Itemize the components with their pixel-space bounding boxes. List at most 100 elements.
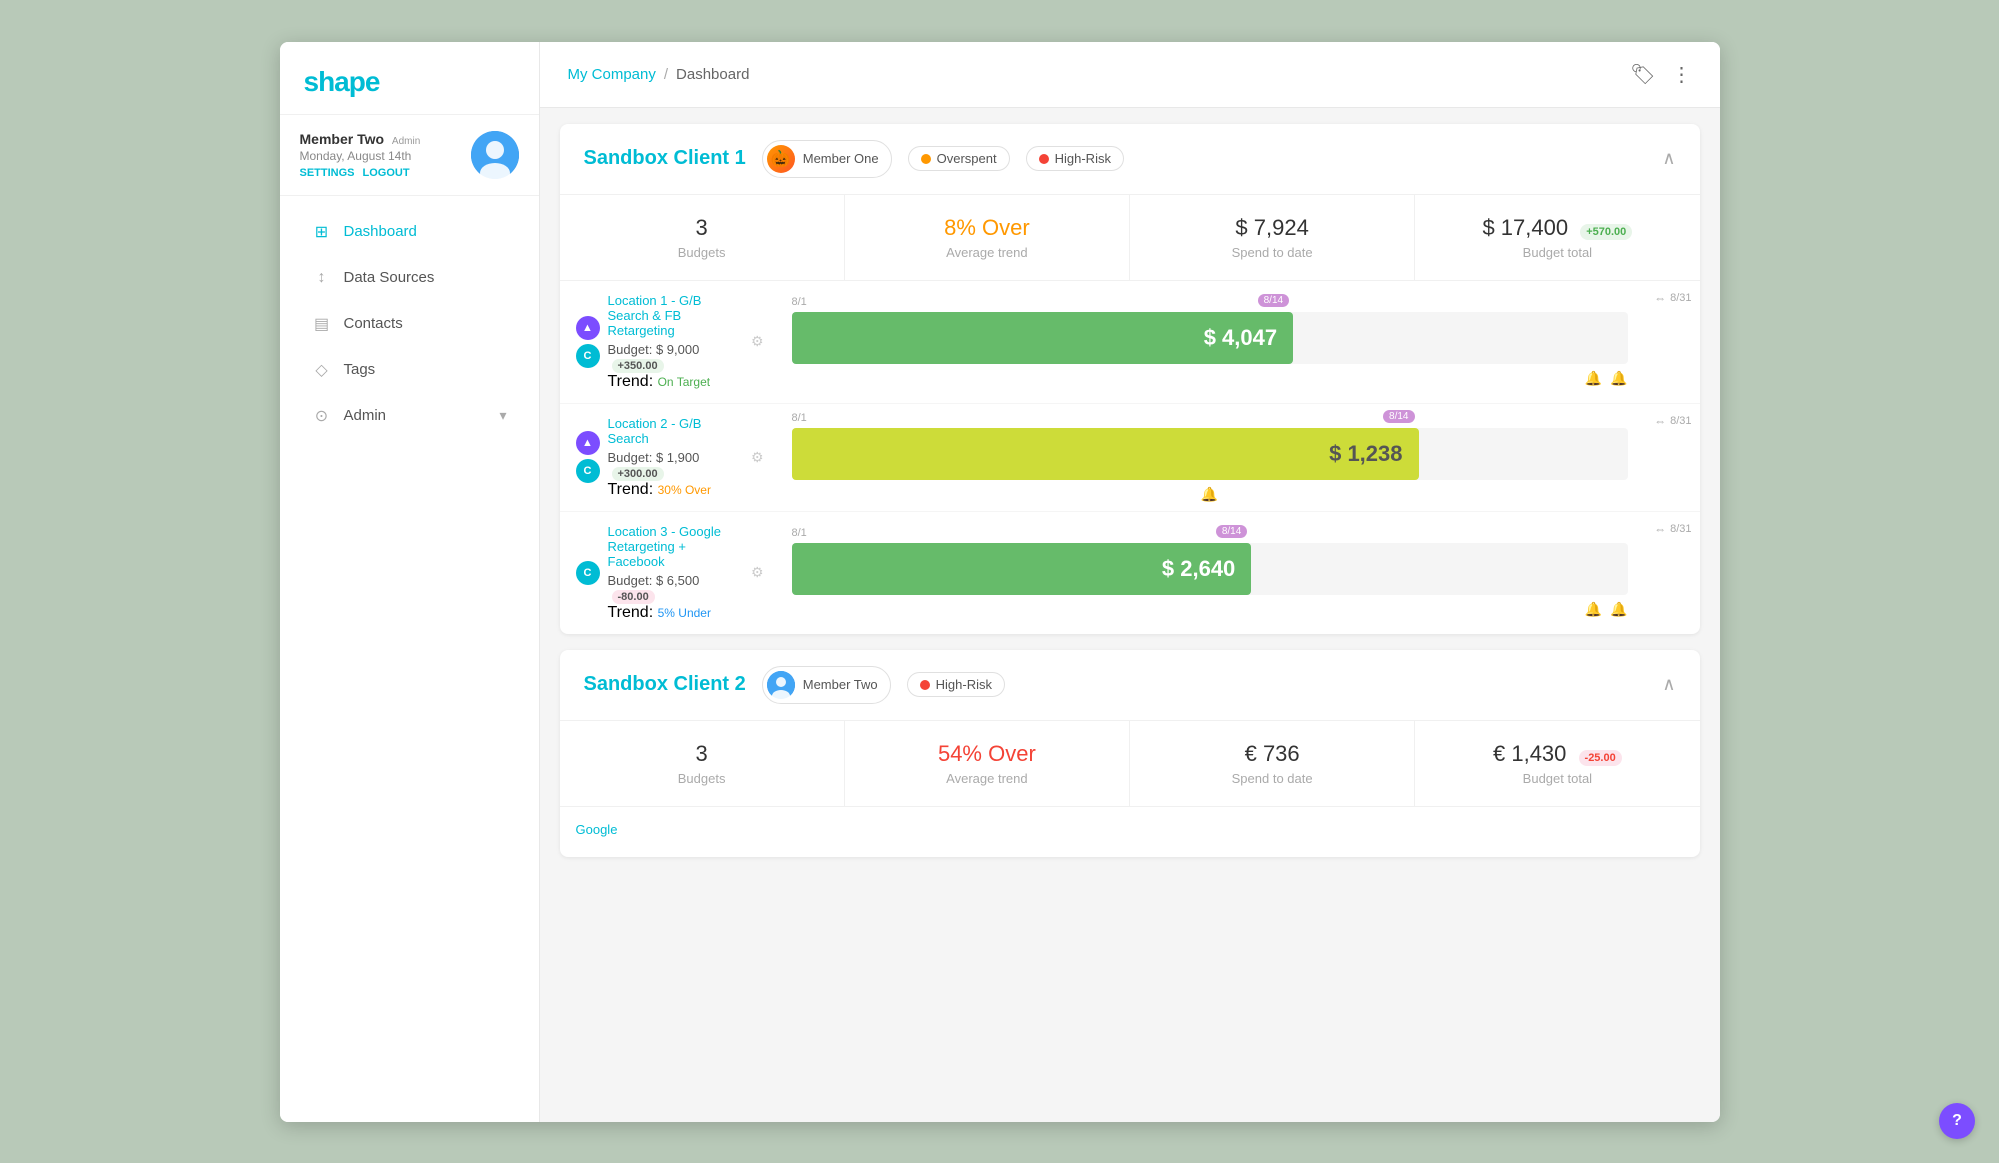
budget-trend-loc2: Trend: 30% Over — [608, 481, 743, 499]
chevron-down-icon: ▾ — [499, 407, 506, 424]
bell-icon-loc1-2[interactable]: 🔔 — [1610, 370, 1627, 387]
sidebar-item-admin[interactable]: ⊙ Admin ▾ — [288, 394, 531, 438]
top-header: My Company / Dashboard 🏷 ⋮ — [540, 42, 1720, 108]
member-avatar-1: 🎃 — [767, 145, 795, 173]
stat-label-trend-2: Average trend — [869, 771, 1105, 786]
breadcrumb-separator: / — [664, 66, 668, 83]
high-risk-dot-1 — [1039, 154, 1049, 164]
progress-bar-loc3: 8/14 $ 2,640 — [792, 543, 1252, 595]
bell-icon-loc3-2[interactable]: 🔔 — [1610, 601, 1627, 618]
chart-labels-loc2: 8/1 — [792, 412, 1628, 424]
high-risk-chip-2[interactable]: High-Risk — [907, 672, 1005, 697]
overspent-chip[interactable]: Overspent — [908, 146, 1010, 171]
avatar — [471, 131, 519, 179]
logo-area: shape — [280, 42, 539, 115]
budget-trend-loc3: Trend: 5% Under — [608, 604, 743, 622]
budget-chart-loc2: 8/1 8/14 $ 1,238 🔔 — [780, 404, 1640, 511]
client-card-2: Sandbox Client 2 Member Two — [560, 650, 1700, 857]
end-label-loc1: ⇔ 8/31 — [1654, 291, 1691, 305]
user-date: Monday, August 14th — [300, 149, 459, 163]
budget-icons-loc3: C — [576, 561, 600, 585]
member-chip-2[interactable]: Member Two — [762, 666, 891, 704]
budget-title-loc1[interactable]: Location 1 - G/B Search & FB Retargeting — [608, 293, 743, 338]
end-label-icon-loc1: ⇔ — [1654, 291, 1666, 305]
budget-title-loc2[interactable]: Location 2 - G/B Search — [608, 416, 743, 446]
contacts-icon: ▤ — [312, 314, 332, 334]
chart-label-start-loc3: 8/1 — [792, 527, 807, 539]
help-button[interactable]: ? — [1939, 1103, 1975, 1139]
collapse-btn-2[interactable]: ∧ — [1662, 674, 1675, 695]
stat-value-budget-total-1: $ 17,400 +570.00 — [1439, 215, 1675, 241]
header-actions: 🏷 ⋮ — [1630, 62, 1691, 87]
stat-value-budgets-2: 3 — [584, 741, 820, 767]
bell-icon-loc2-1[interactable]: 🔔 — [1201, 486, 1218, 503]
more-menu-icon[interactable]: ⋮ — [1672, 62, 1692, 87]
stat-label-budgets-1: Budgets — [584, 245, 820, 260]
breadcrumb-link[interactable]: My Company — [568, 66, 656, 83]
app-logo: shape — [304, 66, 515, 98]
admin-icon: ⊙ — [312, 406, 332, 426]
stat-value-trend-2: 54% Over — [869, 741, 1105, 767]
overspent-label: Overspent — [937, 151, 997, 166]
budget-section-2: Google — [560, 807, 1700, 857]
budget-title-google[interactable]: Google — [576, 822, 764, 837]
client-name-2: Sandbox Client 2 — [584, 673, 746, 696]
sidebar-item-label: Tags — [344, 361, 376, 378]
budget-row-google: Google — [560, 807, 1700, 857]
member-name-1: Member One — [803, 151, 879, 166]
budget-row-loc2: ▲ C Location 2 - G/B Search Budget: $ 1,… — [560, 404, 1700, 512]
high-risk-chip-1[interactable]: High-Risk — [1026, 146, 1124, 171]
budget-left-loc2: ▲ C Location 2 - G/B Search Budget: $ 1,… — [560, 404, 780, 511]
budget-title-loc3[interactable]: Location 3 - Google Retargeting + Facebo… — [608, 524, 743, 569]
tag-header-icon[interactable]: 🏷 — [1630, 62, 1655, 87]
gear-icon-loc2[interactable]: ⚙ — [751, 449, 764, 466]
member-avatar-2 — [767, 671, 795, 699]
budget-amount-loc2: Budget: $ 1,900 +300.00 — [608, 450, 743, 481]
user-info: Member Two Admin Monday, August 14th SET… — [300, 131, 459, 179]
member-chip-1[interactable]: 🎃 Member One — [762, 140, 892, 178]
gear-icon-loc3[interactable]: ⚙ — [751, 564, 764, 581]
stat-value-budgets-1: 3 — [584, 215, 820, 241]
budget-row-loc1: ▲ C Location 1 - G/B Search & FB Retarge… — [560, 281, 1700, 404]
user-section: Member Two Admin Monday, August 14th SET… — [280, 115, 539, 196]
sidebar-item-tags[interactable]: ◇ Tags — [288, 348, 531, 392]
budget-info-loc3: Location 3 - Google Retargeting + Facebo… — [608, 524, 743, 622]
end-label-icon-loc3: ⇔ — [1654, 522, 1666, 536]
budget-amount-loc3: Budget: $ 6,500 -80.00 — [608, 573, 743, 604]
budget-info-loc1: Location 1 - G/B Search & FB Retargeting… — [608, 293, 743, 391]
sidebar-item-contacts[interactable]: ▤ Contacts — [288, 302, 531, 346]
stat-label-budget-total-2: Budget total — [1439, 771, 1675, 786]
stat-label-spend-2: Spend to date — [1154, 771, 1390, 786]
budget-icons-loc2: ▲ C — [576, 431, 600, 483]
progress-value-loc3: $ 2,640 — [1162, 556, 1235, 582]
stat-value-spend-1: $ 7,924 — [1154, 215, 1390, 241]
tags-icon: ◇ — [312, 360, 332, 380]
sidebar-item-data-sources[interactable]: ↕ Data Sources — [288, 256, 531, 300]
logout-link[interactable]: LOGOUT — [363, 167, 410, 179]
gear-icon-loc1[interactable]: ⚙ — [751, 333, 764, 350]
settings-link[interactable]: SETTINGS — [300, 167, 355, 179]
budget-icon-up-loc2: ▲ — [576, 431, 600, 455]
chart-right-loc1: ⇔ 8/31 — [1640, 281, 1700, 403]
progress-container-loc1: 8/14 $ 4,047 — [792, 312, 1628, 364]
end-label-icon-loc2: ⇔ — [1654, 414, 1666, 428]
stat-trend-2: 54% Over Average trend — [845, 721, 1130, 806]
sidebar-item-dashboard[interactable]: ⊞ Dashboard — [288, 210, 531, 254]
collapse-btn-1[interactable]: ∧ — [1662, 148, 1675, 169]
progress-value-loc2: $ 1,238 — [1329, 441, 1402, 467]
bell-icon-loc1-1[interactable]: 🔔 — [1585, 370, 1602, 387]
progress-container-loc2: 8/14 $ 1,238 — [792, 428, 1628, 480]
stat-spend-2: € 736 Spend to date — [1130, 721, 1415, 806]
budget-chart-loc3: 8/1 8/14 $ 2,640 🔔 � — [780, 512, 1640, 634]
stat-budgets-1: 3 Budgets — [560, 195, 845, 280]
client-header-2: Sandbox Client 2 Member Two — [560, 650, 1700, 721]
chart-right-loc3: ⇔ 8/31 — [1640, 512, 1700, 634]
client-name-1: Sandbox Client 1 — [584, 147, 746, 170]
member-name-2: Member Two — [803, 677, 878, 692]
stat-label-budgets-2: Budgets — [584, 771, 820, 786]
stat-value-trend-1: 8% Over — [869, 215, 1105, 241]
scroll-area: Sandbox Client 1 🎃 Member One Overspent … — [540, 108, 1720, 1122]
bell-icon-loc3-1[interactable]: 🔔 — [1585, 601, 1602, 618]
user-name: Member Two Admin — [300, 131, 459, 147]
chart-label-start-loc1: 8/1 — [792, 296, 807, 308]
